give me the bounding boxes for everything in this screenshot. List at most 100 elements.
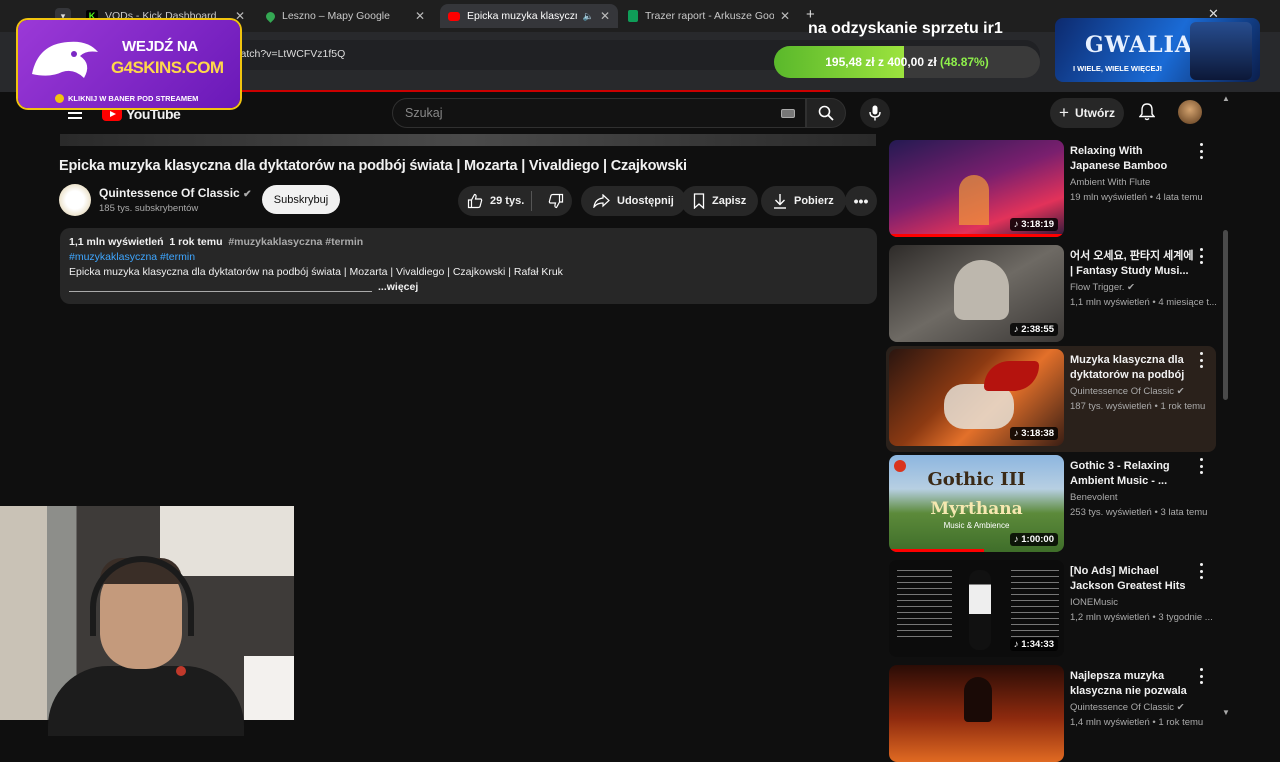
account-avatar[interactable]: [1178, 100, 1202, 124]
webcam-light-panel: [244, 656, 294, 720]
streamer-body: [48, 666, 244, 736]
video-title: Epicka muzyka klasyczna dla dyktatorów n…: [59, 158, 687, 174]
info-dot-icon: [55, 94, 64, 103]
donation-current: 195,48 zł: [825, 55, 875, 69]
microphone-icon: [869, 105, 881, 121]
tab-google-maps[interactable]: Leszno – Mapy Google ✕: [258, 4, 433, 28]
youtube-logo[interactable]: YouTube: [102, 106, 181, 122]
channel-name[interactable]: Quintessence Of Classic ✔: [99, 186, 251, 200]
scroll-up-arrow-icon[interactable]: ▲: [1222, 94, 1230, 103]
recommended-stats: 19 mln wyświetleń • 4 lata temu: [1070, 192, 1203, 203]
recommended-stats: 1,4 mln wyświetleń • 1 rok temu: [1070, 717, 1204, 728]
more-vertical-icon[interactable]: [1197, 458, 1205, 474]
tab-title: Epicka muzyka klasyczna dla dy: [467, 10, 577, 22]
speaker-icon[interactable]: 🔈: [583, 11, 594, 22]
thumbnail-subtitle-text: Music & Ambience: [943, 521, 1010, 530]
thumbnail-conductor-figure: [964, 677, 992, 722]
more-vertical-icon[interactable]: [1197, 563, 1205, 579]
recommended-title: Relaxing With Japanese Bamboo Flute , Gu…: [1070, 145, 1168, 172]
recommended-video[interactable]: ♪ 3:18:19 Relaxing With Japanese Bamboo …: [886, 137, 1216, 237]
hashtag-links[interactable]: #muzykaklasyczna #termin: [69, 251, 195, 263]
scrollbar-thumb[interactable]: [1223, 230, 1228, 400]
more-vertical-icon[interactable]: [1197, 352, 1205, 368]
share-icon: [593, 194, 610, 208]
download-button[interactable]: Pobierz: [761, 186, 846, 216]
dislike-button[interactable]: [539, 186, 572, 216]
youtube-play-icon: [102, 107, 122, 121]
close-tab-icon[interactable]: ✕: [600, 9, 610, 23]
thumbnail-red-cape: [984, 361, 1039, 391]
recommended-channel-name: Quintessence Of Classic: [1070, 702, 1175, 713]
create-label: Utwórz: [1074, 106, 1115, 120]
tab-title: Leszno – Mapy Google: [282, 10, 390, 22]
search-input[interactable]: Szukaj: [392, 98, 806, 128]
video-thumbnail[interactable]: ♪ 3:18:38: [889, 349, 1064, 446]
thumbnail-street-art: [959, 175, 989, 225]
g4-caption: KLIKNIJ W BANER POD STREAMEM: [55, 94, 198, 103]
video-thumbnail[interactable]: ♪ 2:38:55: [889, 245, 1064, 342]
sheets-favicon-icon: [628, 10, 638, 22]
share-button[interactable]: Udostępnij: [581, 186, 686, 216]
channel-avatar[interactable]: [59, 184, 91, 216]
recommended-video[interactable]: Najlepsza muzyka klasyczna nie pozwala .…: [886, 662, 1216, 762]
duration-badge: ♪ 3:18:19: [1009, 218, 1058, 231]
bookmark-icon: [693, 193, 705, 209]
recommended-stats: 253 tys. wyświetleń • 3 lata temu: [1070, 507, 1208, 518]
search-placeholder: Szukaj: [405, 106, 443, 120]
more-horizontal-icon: •••: [853, 193, 869, 209]
video-thumbnail[interactable]: Gothic III Myrthana Music & Ambience ♪ 1…: [889, 455, 1064, 552]
show-more-link[interactable]: ...więcej: [378, 281, 418, 293]
video-player-bottom-edge[interactable]: [60, 134, 876, 146]
recommended-video[interactable]: ♪ 1:34:33 [No Ads] Michael Jackson Great…: [886, 557, 1216, 657]
recommended-channel-name: Quintessence Of Classic: [1070, 386, 1175, 397]
verified-icon: ✔: [1127, 282, 1135, 293]
close-tab-icon[interactable]: ✕: [415, 9, 425, 23]
close-tab-icon[interactable]: ✕: [235, 9, 245, 23]
map-pin-icon: [264, 9, 277, 23]
thumbnail-dancer-figure: [969, 570, 991, 650]
video-thumbnail[interactable]: ♪ 1:34:33: [889, 560, 1064, 657]
watch-progress-bar: [889, 549, 984, 552]
donation-progress-bar: 195,48 zł z 400,00 zł (48.87%): [774, 46, 1040, 78]
create-button[interactable]: + Utwórz: [1050, 98, 1124, 128]
recommended-channel: IONEMusic: [1070, 597, 1119, 608]
recommended-title: Muzyka klasyczna dla dyktatorów na podbó…: [1070, 354, 1185, 381]
share-label: Udostępnij: [617, 195, 674, 207]
more-vertical-icon[interactable]: [1197, 143, 1205, 159]
recommended-channel: Benevolent: [1070, 492, 1118, 503]
video-description-box[interactable]: 1,1 mln wyświetleń 1 rok temu #muzykakla…: [60, 228, 877, 304]
menu-icon[interactable]: [68, 107, 82, 119]
duration-badge: ♪ 2:38:55: [1009, 323, 1058, 336]
video-thumbnail[interactable]: ♪ 3:18:19: [889, 140, 1064, 237]
recommended-channel: Ambient With Flute: [1070, 177, 1151, 188]
keyboard-icon[interactable]: [781, 109, 795, 118]
tab-google-sheets[interactable]: Trazer raport - Arkusze Google ✕: [620, 4, 798, 28]
gwalia-ad-banner[interactable]: GWALIA I WIELE, WIELE WIĘCEJ!: [1055, 18, 1260, 82]
g4-line-1: WEJDŹ NA: [122, 38, 198, 55]
thumbnail-girl-figure: [954, 260, 1009, 320]
page-scrollbar[interactable]: ▲ ▼: [1222, 92, 1230, 720]
gwalia-tagline: I WIELE, WIELE WIĘCEJ!: [1073, 64, 1163, 73]
more-vertical-icon[interactable]: [1197, 668, 1205, 684]
url-text: /watch?v=LtWCFVz1f5Q: [230, 48, 346, 60]
notifications-bell-icon[interactable]: [1135, 100, 1159, 124]
view-count: 1,1 mln wyświetleń: [69, 236, 164, 248]
recommended-channel-name: Flow Trigger.: [1070, 282, 1125, 293]
search-button[interactable]: [806, 98, 846, 128]
tab-youtube-active[interactable]: Epicka muzyka klasyczna dla dy 🔈 ✕: [440, 4, 618, 28]
close-tab-icon[interactable]: ✕: [780, 9, 790, 23]
recommended-video[interactable]: ♪ 2:38:55 어서 오세요, 판타지 세계에 | Fantasy Stud…: [886, 242, 1217, 342]
video-thumbnail[interactable]: [889, 665, 1064, 762]
save-button[interactable]: Zapisz: [681, 186, 759, 216]
download-icon: [774, 194, 786, 209]
subscribe-button[interactable]: Subskrybuj: [262, 185, 340, 214]
voice-search-button[interactable]: [860, 98, 890, 128]
recommended-video[interactable]: Gothic III Myrthana Music & Ambience ♪ 1…: [886, 452, 1216, 552]
scroll-down-arrow-icon[interactable]: ▼: [1222, 708, 1230, 717]
donation-percent: (48.87%): [940, 55, 989, 69]
recommended-video-hovered[interactable]: ♪ 3:18:38 Muzyka klasyczna dla dyktatoró…: [886, 346, 1216, 452]
like-button[interactable]: 29 tys.: [458, 186, 524, 216]
thumbs-up-icon: [467, 193, 483, 209]
more-vertical-icon[interactable]: [1197, 248, 1205, 264]
more-actions-button[interactable]: •••: [845, 186, 877, 216]
